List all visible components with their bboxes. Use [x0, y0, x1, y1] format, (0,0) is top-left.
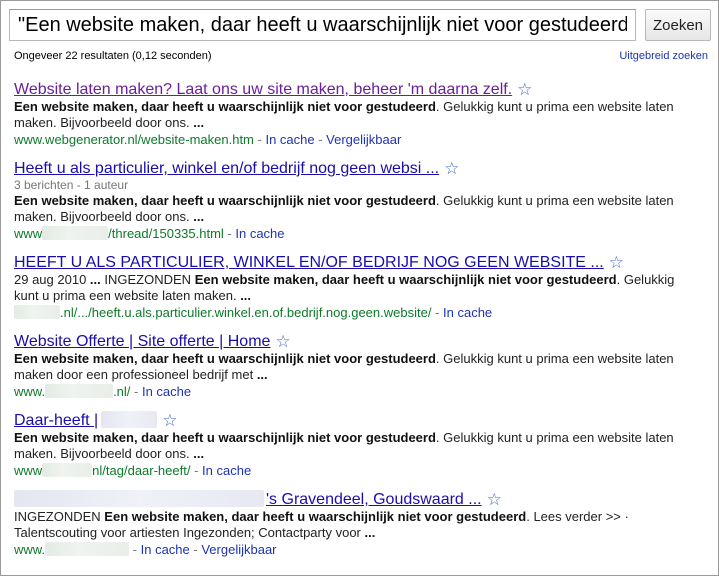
- result-item: Heeft u als particulier, winkel en/of be…: [14, 159, 714, 242]
- result-date: 29 aug 2010: [14, 272, 87, 287]
- result-url: www.webgenerator.nl/website-maken.htm: [14, 132, 254, 147]
- result-title-link[interactable]: Website Offerte | Site offerte | Home: [14, 333, 270, 350]
- search-button[interactable]: Zoeken: [645, 9, 711, 41]
- result-url: .nl/.../heeft.u.als.particulier.winkel.e…: [14, 305, 431, 320]
- redacted-blur: [42, 226, 109, 240]
- result-url: www.: [14, 542, 130, 557]
- result-url-line: www. - In cache - Vergelijkbaar: [14, 542, 277, 557]
- result-title-link[interactable]: HEEFT U ALS PARTICULIER, WINKEL EN/OF BE…: [14, 254, 604, 271]
- cache-link[interactable]: In cache: [443, 305, 492, 320]
- result-snippet: INGEZONDEN Een website maken, daar heeft…: [14, 509, 629, 540]
- redacted-blur: [42, 463, 93, 477]
- redacted-blur: [14, 490, 264, 507]
- star-icon[interactable]: ☆: [275, 332, 290, 351]
- result-url-line: www nl/tag/daar-heeft/ - In cache: [14, 463, 252, 478]
- result-snippet: 29 aug 2010 ... INGEZONDEN Een website m…: [14, 272, 675, 303]
- similar-link[interactable]: Vergelijkbaar: [326, 132, 401, 147]
- redacted-blur: [45, 384, 114, 398]
- search-input[interactable]: [9, 9, 636, 41]
- redacted-blur: [14, 305, 60, 319]
- result-url: www/thread/150335.html: [14, 226, 224, 241]
- cache-link[interactable]: In cache: [202, 463, 251, 478]
- star-icon[interactable]: ☆: [609, 253, 624, 272]
- star-icon[interactable]: ☆: [162, 411, 177, 430]
- result-url-line: www/thread/150335.html - In cache: [14, 226, 285, 241]
- result-stats: Ongeveer 22 resultaten (0,12 seconden): [14, 50, 212, 62]
- result-snippet: Een website maken, daar heeft u waarschi…: [14, 99, 674, 130]
- result-item: HEEFT U ALS PARTICULIER, WINKEL EN/OF BE…: [14, 253, 714, 321]
- browser-frame: Zoeken Ongeveer 22 resultaten (0,12 seco…: [0, 0, 719, 576]
- star-icon[interactable]: ☆: [487, 490, 502, 509]
- result-item: Daar-heeft | ☆ Een website maken, daar he…: [14, 411, 714, 479]
- redacted-blur: [101, 411, 158, 428]
- advanced-search-link[interactable]: Uitgebreid zoeken: [619, 50, 708, 62]
- cache-link[interactable]: In cache: [141, 542, 190, 557]
- cache-link[interactable]: In cache: [265, 132, 314, 147]
- result-url: www. .nl/: [14, 384, 131, 399]
- similar-link[interactable]: Vergelijkbaar: [201, 542, 276, 557]
- redacted-blur: [45, 542, 130, 556]
- result-item: 's Gravendeel, Goudswaard ... ☆ INGEZONDE…: [14, 490, 714, 558]
- result-url-line: www. .nl/ - In cache: [14, 384, 192, 399]
- result-item: Website Offerte | Site offerte | Home ☆ E…: [14, 332, 714, 400]
- result-url: www nl/tag/daar-heeft/: [14, 463, 191, 478]
- result-title-link[interactable]: 's Gravendeel, Goudswaard ...: [14, 490, 482, 508]
- result-snippet: Een website maken, daar heeft u waarschi…: [14, 351, 674, 382]
- result-title-link[interactable]: Website laten maken? Laat ons uw site ma…: [14, 81, 512, 98]
- cache-link[interactable]: In cache: [235, 226, 284, 241]
- result-title-link[interactable]: Heeft u als particulier, winkel en/of be…: [14, 160, 439, 177]
- result-title-link[interactable]: Daar-heeft |: [14, 411, 158, 429]
- star-icon[interactable]: ☆: [517, 80, 532, 99]
- cache-link[interactable]: In cache: [142, 384, 191, 399]
- star-icon[interactable]: ☆: [444, 159, 459, 178]
- result-item: Website laten maken? Laat ons uw site ma…: [14, 80, 714, 148]
- result-url-line: .nl/.../heeft.u.als.particulier.winkel.e…: [14, 304, 714, 321]
- results-list: Website laten maken? Laat ons uw site ma…: [14, 80, 714, 569]
- result-snippet: Een website maken, daar heeft u waarschi…: [14, 193, 674, 224]
- result-meta: 3 berichten - 1 auteur: [14, 178, 129, 192]
- search-bar: Zoeken: [9, 9, 711, 43]
- result-url-line: www.webgenerator.nl/website-maken.htm - …: [14, 132, 402, 147]
- result-snippet: Een website maken, daar heeft u waarschi…: [14, 430, 674, 461]
